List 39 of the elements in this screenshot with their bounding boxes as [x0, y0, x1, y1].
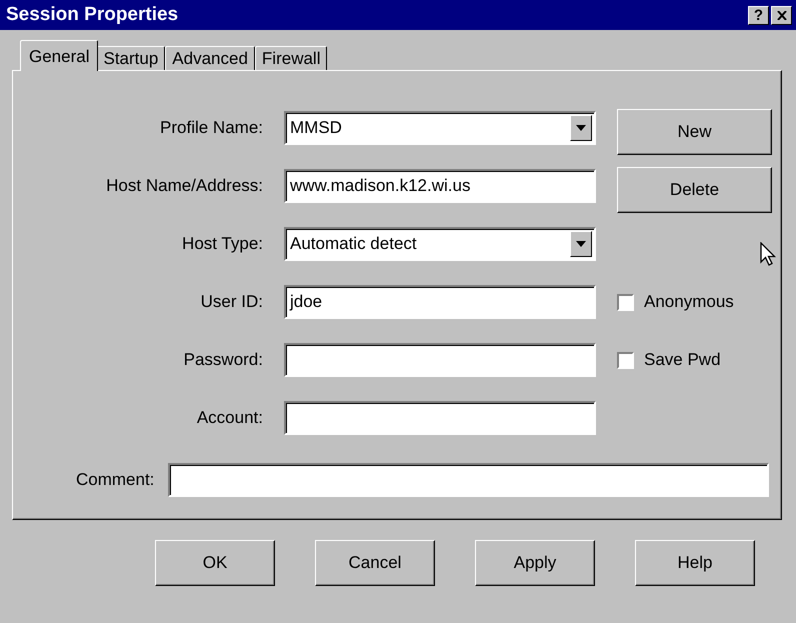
checkbox[interactable]: [617, 352, 634, 368]
dialog-button[interactable]: Apply: [475, 540, 595, 586]
field-label: Host Name/Address:: [105, 176, 263, 196]
dropdown-button[interactable]: [570, 115, 592, 141]
input-field[interactable]: [168, 463, 769, 497]
input-field[interactable]: [284, 343, 596, 377]
tab[interactable]: Firewall: [254, 46, 328, 70]
field-label: Password:: [182, 350, 263, 370]
dropdown[interactable]: Automatic detect: [284, 227, 596, 261]
tab[interactable]: Advanced: [165, 46, 255, 70]
dropdown-value: MMSD: [290, 118, 342, 138]
help-button[interactable]: ?: [748, 6, 769, 24]
close-button[interactable]: [771, 6, 792, 24]
dialog-button[interactable]: Cancel: [315, 540, 435, 586]
input-field[interactable]: www.madison.k12.wi.us: [284, 169, 596, 203]
close-icon: [776, 10, 786, 20]
input-field[interactable]: [284, 401, 596, 435]
down-arrow-icon: [576, 241, 586, 247]
dropdown-value: Automatic detect: [290, 234, 417, 254]
checkbox-label: Save Pwd: [644, 350, 721, 370]
field-label: Comment:: [76, 470, 154, 490]
dropdown-button[interactable]: [570, 231, 592, 257]
field-label: Host Type:: [181, 234, 263, 254]
window-title: Session Properties: [6, 4, 180, 26]
side-button[interactable]: New: [617, 109, 772, 155]
field-label: User ID:: [200, 292, 263, 312]
cursor-icon: [760, 242, 776, 268]
field-label: Account:: [196, 408, 263, 428]
input-field[interactable]: jdoe: [284, 285, 596, 319]
dialog-button[interactable]: Help: [635, 540, 755, 586]
field-label: Profile Name:: [159, 118, 263, 138]
tab[interactable]: Startup: [96, 46, 166, 70]
dropdown[interactable]: MMSD: [284, 111, 596, 145]
tab[interactable]: General: [20, 40, 98, 71]
down-arrow-icon: [576, 125, 586, 131]
side-button[interactable]: Delete: [617, 167, 772, 213]
dialog-button[interactable]: OK: [155, 540, 275, 586]
checkbox-label: Anonymous: [644, 292, 734, 312]
checkbox[interactable]: [617, 294, 634, 310]
